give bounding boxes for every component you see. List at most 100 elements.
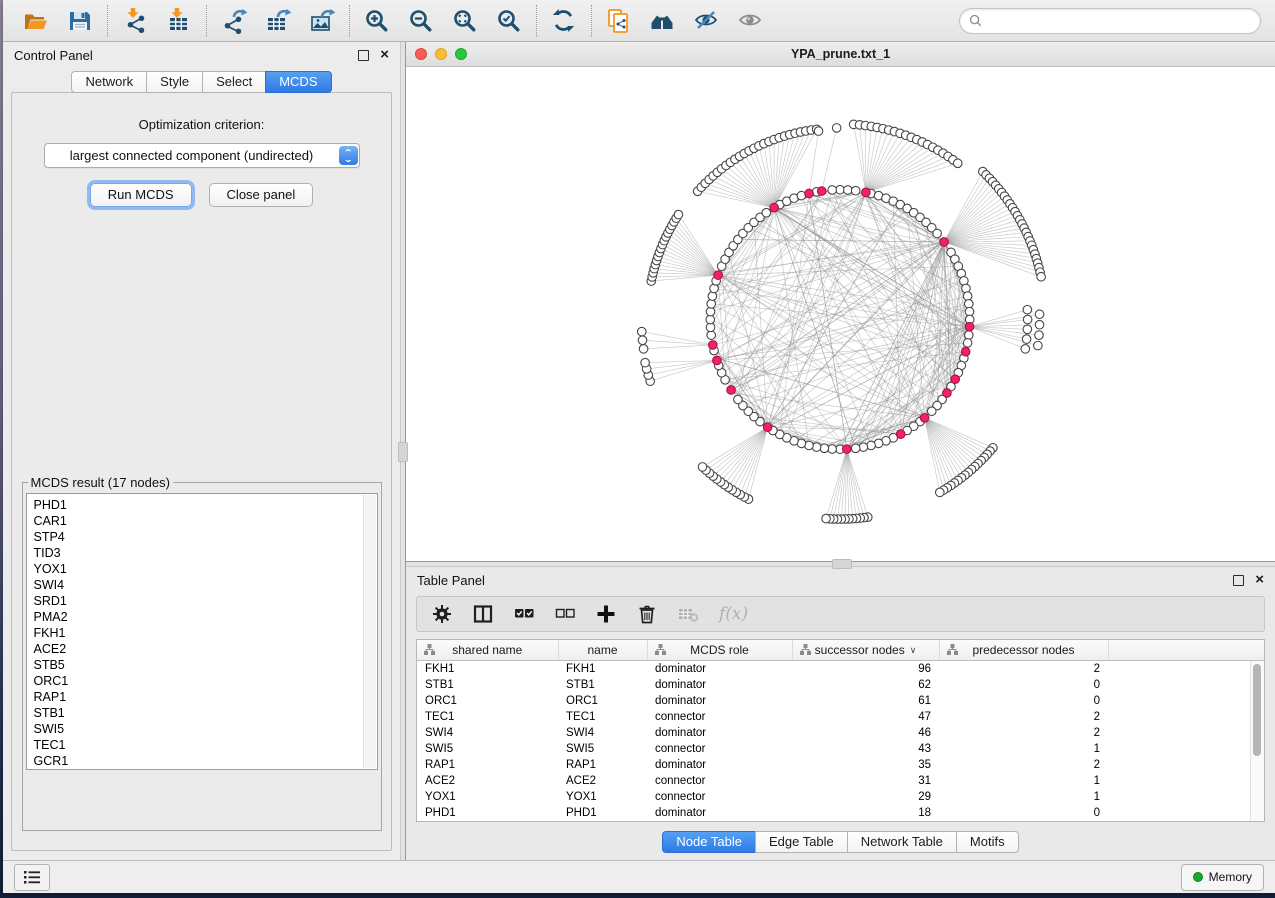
first-neighbors-button[interactable]	[649, 7, 677, 35]
import-network-button[interactable]	[121, 7, 149, 35]
task-history-button[interactable]	[14, 864, 50, 891]
network-nodes[interactable]	[637, 120, 1045, 523]
refresh-view-button[interactable]	[550, 7, 578, 35]
zoom-in-button[interactable]	[363, 7, 391, 35]
network-canvas[interactable]	[406, 67, 1275, 561]
table-panel-float-button[interactable]	[1233, 575, 1244, 586]
table-cell: 18	[792, 805, 939, 821]
table-row[interactable]: YOX1YOX1connector291	[417, 789, 1264, 805]
table-cell: dominator	[647, 725, 792, 741]
table-cell: 35	[792, 757, 939, 773]
deselect-all-rows-button[interactable]	[555, 603, 575, 625]
delete-column-button[interactable]	[637, 603, 657, 625]
mcds-result-item[interactable]: STP4	[34, 529, 363, 545]
zoom-fit-button[interactable]	[451, 7, 479, 35]
column-header-MCDS-role[interactable]: MCDS role	[647, 640, 792, 661]
mcds-result-item[interactable]: FKH1	[34, 625, 363, 641]
tab-style[interactable]: Style	[146, 71, 203, 93]
table-scrollbar[interactable]	[1250, 661, 1264, 821]
mcds-result-item[interactable]: ORC1	[34, 673, 363, 689]
splitter-grip[interactable]	[832, 559, 852, 569]
split-columns-button[interactable]	[473, 603, 493, 625]
new-network-from-selection-button[interactable]	[605, 7, 633, 35]
mcds-result-item[interactable]: PMA2	[34, 609, 363, 625]
mcds-result-item[interactable]: STB1	[34, 705, 363, 721]
search-input[interactable]	[982, 13, 1251, 29]
tab-mcds[interactable]: MCDS	[265, 71, 331, 93]
control-panel-float-button[interactable]	[358, 50, 369, 61]
export-table-button[interactable]	[264, 7, 292, 35]
vertical-splitter[interactable]	[400, 42, 406, 860]
mcds-result-item[interactable]: SRD1	[34, 593, 363, 609]
table-row[interactable]: SWI5SWI5connector431	[417, 741, 1264, 757]
mcds-result-item[interactable]: CAR1	[34, 513, 363, 529]
add-column-button[interactable]	[596, 603, 616, 625]
mcds-result-item[interactable]: SWI4	[34, 577, 363, 593]
table-row[interactable]: ACE2ACE2connector311	[417, 773, 1264, 789]
import-table-button[interactable]	[165, 7, 193, 35]
search-field[interactable]	[959, 8, 1261, 34]
export-image-icon	[309, 8, 335, 34]
mcds-result-list[interactable]: PHD1CAR1STP4TID3YOX1SWI4SRD1PMA2FKH1ACE2…	[26, 493, 378, 770]
table-row[interactable]: FKH1FKH1dominator962	[417, 661, 1264, 678]
memory-status-icon	[1193, 872, 1203, 882]
mcds-result-item[interactable]: TEC1	[34, 737, 363, 753]
column-header-name[interactable]: name	[558, 640, 647, 661]
window-close-button[interactable]	[415, 48, 427, 60]
run-mcds-button[interactable]: Run MCDS	[90, 183, 192, 207]
mcds-result-item[interactable]: YOX1	[34, 561, 363, 577]
table-row[interactable]: PHD1PHD1dominator180	[417, 805, 1264, 821]
hide-selected-button[interactable]	[693, 7, 721, 35]
splitter-grip[interactable]	[398, 442, 408, 462]
horizontal-splitter[interactable]	[406, 561, 1275, 567]
table-row[interactable]: RAP1RAP1dominator352	[417, 757, 1264, 773]
column-header-successor-nodes[interactable]: successor nodes∨	[792, 640, 939, 661]
table-panel-close-button[interactable]: ×	[1255, 575, 1264, 585]
table-row[interactable]: SWI4SWI4dominator462	[417, 725, 1264, 741]
window-maximize-button[interactable]	[455, 48, 467, 60]
tab-motifs[interactable]: Motifs	[956, 831, 1019, 853]
tab-network[interactable]: Network	[71, 71, 147, 93]
zoom-out-button[interactable]	[407, 7, 435, 35]
open-file-button[interactable]	[22, 7, 50, 35]
table-cell: 2	[939, 661, 1108, 678]
optimization-criterion-select[interactable]: largest connected component (undirected)…	[44, 143, 360, 168]
table-settings-button[interactable]	[432, 603, 452, 625]
window-minimize-button[interactable]	[435, 48, 447, 60]
save-session-icon	[67, 8, 93, 34]
tab-select[interactable]: Select	[202, 71, 266, 93]
table-row[interactable]: ORC1ORC1dominator610	[417, 693, 1264, 709]
select-all-rows-button[interactable]	[514, 603, 534, 625]
column-header-predecessor-nodes[interactable]: predecessor nodes	[939, 640, 1108, 661]
show-all-button[interactable]	[737, 7, 765, 35]
application-window: Control Panel × NetworkStyleSelectMCDS O…	[3, 0, 1275, 893]
table-row[interactable]: TEC1TEC1connector472	[417, 709, 1264, 725]
mcds-result-item[interactable]: PHD1	[34, 497, 363, 513]
shared-column-icon	[655, 644, 666, 655]
table-cell: YOX1	[417, 789, 558, 805]
table-cell-filler	[1108, 677, 1264, 693]
table-scrollbar-thumb[interactable]	[1253, 664, 1261, 756]
mcds-list-scrollbar[interactable]	[363, 495, 376, 768]
mcds-result-item[interactable]: ACE2	[34, 641, 363, 657]
tab-node-table[interactable]: Node Table	[662, 831, 756, 853]
table-cell: connector	[647, 773, 792, 789]
tab-edge-table[interactable]: Edge Table	[755, 831, 848, 853]
tab-network-table[interactable]: Network Table	[847, 831, 957, 853]
memory-button[interactable]: Memory	[1181, 864, 1264, 891]
mcds-result-item[interactable]: GCR1	[34, 753, 363, 769]
mcds-result-item[interactable]: TID3	[34, 545, 363, 561]
export-image-button[interactable]	[308, 7, 336, 35]
table-row[interactable]: STB1STB1dominator620	[417, 677, 1264, 693]
mcds-result-item[interactable]: RAP1	[34, 689, 363, 705]
export-network-button[interactable]	[220, 7, 248, 35]
save-session-button[interactable]	[66, 7, 94, 35]
close-panel-button[interactable]: Close panel	[209, 183, 314, 207]
mcds-result-item[interactable]: STB5	[34, 657, 363, 673]
column-header-shared-name[interactable]: shared name	[417, 640, 558, 661]
zoom-selected-button[interactable]	[495, 7, 523, 35]
control-panel-close-button[interactable]: ×	[380, 50, 389, 60]
import-table-icon	[166, 8, 192, 34]
mcds-result-item[interactable]: SWI5	[34, 721, 363, 737]
show-all-icon	[738, 8, 764, 34]
